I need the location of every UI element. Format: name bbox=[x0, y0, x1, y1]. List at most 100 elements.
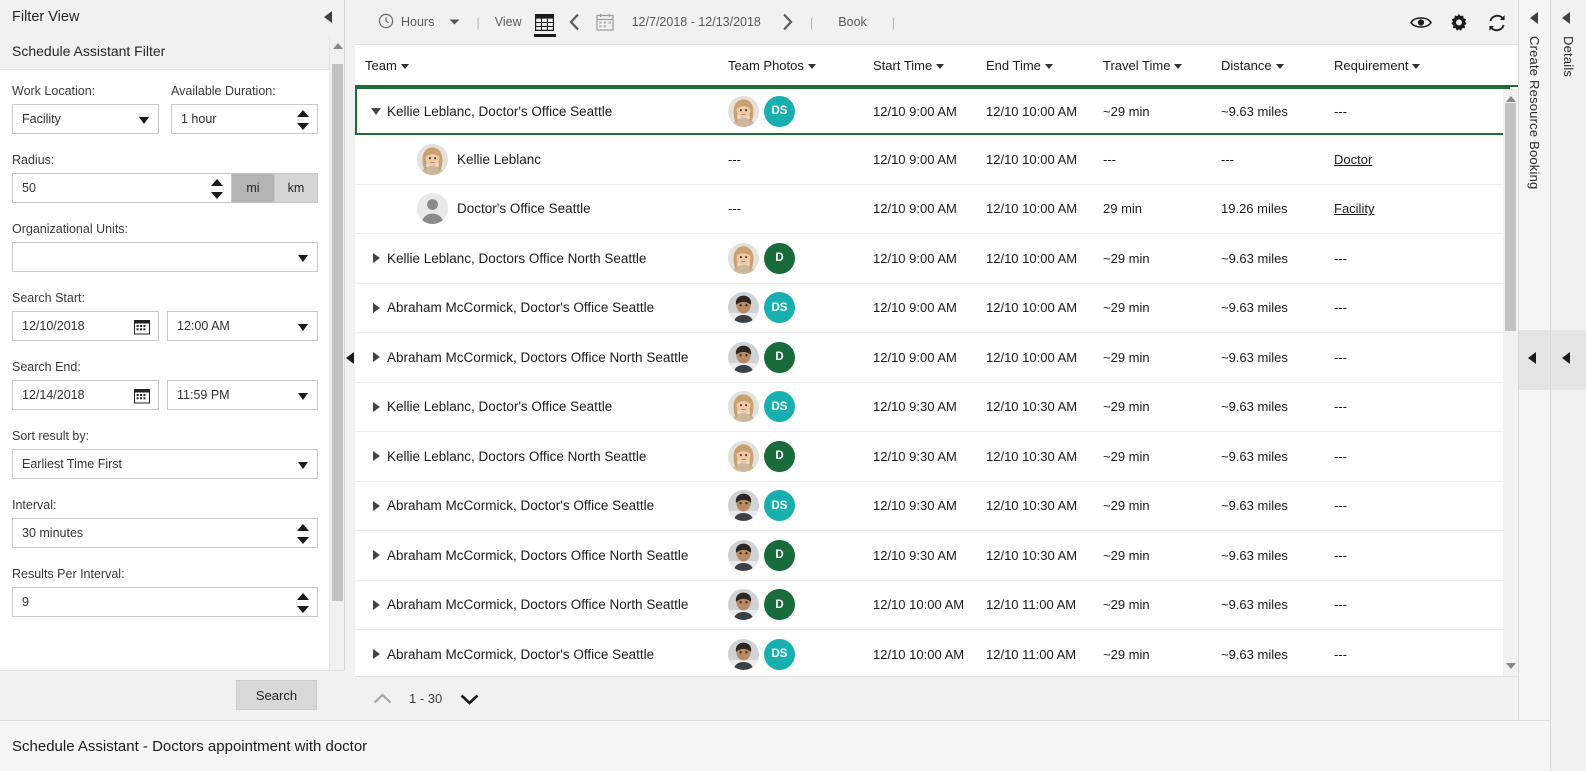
chevron-down-icon[interactable] bbox=[298, 324, 308, 331]
panel-splitter[interactable] bbox=[345, 0, 355, 720]
column-header-team[interactable]: Team bbox=[365, 58, 728, 73]
column-header-start-time[interactable]: Start Time bbox=[873, 58, 986, 73]
eye-icon[interactable] bbox=[1410, 12, 1432, 34]
column-header-team-photos[interactable]: Team Photos bbox=[728, 58, 873, 73]
cell-requirement[interactable]: Facility bbox=[1334, 201, 1454, 216]
calendar-icon[interactable] bbox=[134, 318, 151, 335]
unit-mi-button[interactable]: mi bbox=[232, 173, 275, 203]
chevron-down-icon[interactable] bbox=[807, 63, 816, 69]
grid-view-button[interactable] bbox=[530, 0, 560, 45]
table-row[interactable]: Abraham McCormick, Doctor's Office Seatt… bbox=[355, 630, 1518, 676]
table-row[interactable]: Abraham McCormick, Doctor's Office Seatt… bbox=[355, 283, 1518, 333]
splitter-collapse-icon[interactable] bbox=[346, 352, 354, 364]
row-expander[interactable] bbox=[365, 302, 387, 313]
interval-stepper[interactable]: 30 minutes bbox=[12, 518, 318, 548]
requirement-link[interactable]: Facility bbox=[1334, 201, 1374, 216]
collapse-filter-panel-icon[interactable] bbox=[324, 11, 332, 23]
row-expander[interactable] bbox=[365, 599, 387, 610]
filter-panel-scrollbar[interactable] bbox=[329, 36, 344, 720]
stepper-arrows-icon[interactable] bbox=[211, 179, 224, 199]
chevron-down-icon[interactable] bbox=[936, 63, 945, 69]
chevron-down-icon[interactable] bbox=[1412, 63, 1421, 69]
column-header-distance[interactable]: Distance bbox=[1221, 58, 1334, 73]
expand-row-icon[interactable] bbox=[372, 500, 380, 511]
table-row[interactable]: Kellie Leblanc, Doctors Office North Sea… bbox=[355, 432, 1518, 482]
refresh-icon[interactable] bbox=[1486, 12, 1508, 34]
radius-input[interactable]: 50 bbox=[12, 173, 232, 203]
search-end-date-input[interactable]: 12/14/2018 bbox=[12, 380, 160, 410]
create-resource-booking-grip-band[interactable] bbox=[1519, 330, 1550, 390]
chevron-down-icon[interactable] bbox=[298, 393, 308, 400]
filter-panel-scrollbar-thumb[interactable] bbox=[332, 64, 343, 601]
details-panel[interactable]: Details bbox=[1550, 0, 1586, 771]
row-expander[interactable] bbox=[365, 107, 387, 115]
chevron-down-icon[interactable] bbox=[139, 117, 149, 124]
scroll-up-icon[interactable] bbox=[333, 43, 343, 49]
date-range-label[interactable]: 12/7/2018 - 12/13/2018 bbox=[620, 15, 773, 29]
search-button[interactable]: Search bbox=[236, 680, 317, 710]
create-resource-booking-grip-icon[interactable] bbox=[1528, 352, 1536, 364]
expand-row-icon[interactable] bbox=[372, 401, 380, 412]
expand-row-icon[interactable] bbox=[372, 550, 380, 561]
scroll-down-icon[interactable] bbox=[1506, 663, 1516, 669]
next-period-button[interactable] bbox=[773, 0, 803, 45]
scroll-up-icon[interactable] bbox=[1506, 96, 1516, 102]
column-header-travel-time[interactable]: Travel Time bbox=[1103, 58, 1221, 73]
chevron-down-icon[interactable] bbox=[449, 15, 460, 29]
expand-row-icon[interactable] bbox=[372, 352, 380, 363]
table-row-child[interactable]: Kellie Leblanc --- 12/10 9:00 AM 12/10 10:0… bbox=[355, 135, 1518, 185]
expand-row-icon[interactable] bbox=[372, 599, 380, 610]
table-row-child[interactable]: Doctor's Office Seattle --- 12/10 9:00 AM 1… bbox=[355, 184, 1518, 234]
search-end-time-select[interactable]: 11:59 PM bbox=[167, 380, 318, 410]
grid-scrollbar-thumb[interactable] bbox=[1505, 103, 1516, 331]
grid-scrollbar[interactable] bbox=[1503, 89, 1518, 676]
table-row[interactable]: Abraham McCormick, Doctors Office North … bbox=[355, 531, 1518, 581]
search-start-time-select[interactable]: 12:00 AM bbox=[167, 311, 318, 341]
expand-row-icon[interactable] bbox=[372, 649, 380, 660]
calendar-picker-button[interactable] bbox=[590, 0, 620, 45]
expand-details-icon[interactable] bbox=[1562, 12, 1570, 24]
column-header-requirement[interactable]: Requirement bbox=[1334, 58, 1454, 73]
table-row[interactable]: Kellie Leblanc, Doctor's Office Seattle D… bbox=[355, 87, 1510, 135]
row-expander[interactable] bbox=[365, 550, 387, 561]
table-row[interactable]: Abraham McCormick, Doctor's Office Seatt… bbox=[355, 481, 1518, 531]
row-expander[interactable] bbox=[365, 352, 387, 363]
unit-km-button[interactable]: km bbox=[275, 173, 318, 203]
table-row[interactable]: Abraham McCormick, Doctors Office North … bbox=[355, 580, 1518, 630]
chevron-down-icon[interactable] bbox=[400, 63, 409, 69]
stepper-arrows-icon[interactable] bbox=[297, 524, 310, 544]
results-per-interval-stepper[interactable]: 9 bbox=[12, 587, 318, 617]
calendar-icon[interactable] bbox=[134, 387, 151, 404]
details-grip-band[interactable] bbox=[1551, 330, 1586, 390]
create-resource-booking-panel[interactable]: Create Resource Booking bbox=[1518, 0, 1550, 720]
available-duration-stepper[interactable]: 1 hour bbox=[171, 104, 318, 134]
chevron-down-icon[interactable] bbox=[1044, 63, 1053, 69]
page-next-button[interactable] bbox=[456, 686, 482, 712]
previous-period-button[interactable] bbox=[560, 0, 590, 45]
sort-result-select[interactable]: Earliest Time First bbox=[12, 449, 318, 479]
table-row[interactable]: Kellie Leblanc, Doctor's Office Seattle D… bbox=[355, 382, 1518, 432]
cell-requirement[interactable]: Doctor bbox=[1334, 152, 1454, 167]
search-start-date-input[interactable]: 12/10/2018 bbox=[12, 311, 160, 341]
row-expander[interactable] bbox=[365, 649, 387, 660]
expand-row-icon[interactable] bbox=[372, 302, 380, 313]
chevron-down-icon[interactable] bbox=[298, 255, 308, 262]
book-button[interactable]: Book bbox=[820, 15, 885, 29]
details-grip-icon[interactable] bbox=[1562, 352, 1570, 364]
stepper-arrows-icon[interactable] bbox=[297, 110, 310, 130]
row-expander[interactable] bbox=[365, 500, 387, 511]
expand-create-resource-booking-icon[interactable] bbox=[1530, 12, 1538, 24]
chevron-down-icon[interactable] bbox=[1174, 63, 1183, 69]
requirement-link[interactable]: Doctor bbox=[1334, 152, 1372, 167]
expand-row-icon[interactable] bbox=[372, 253, 380, 264]
row-expander[interactable] bbox=[365, 401, 387, 412]
collapse-row-icon[interactable] bbox=[371, 107, 381, 115]
stepper-arrows-icon[interactable] bbox=[297, 593, 310, 613]
hours-dropdown[interactable]: Hours bbox=[369, 0, 469, 45]
column-header-end-time[interactable]: End Time bbox=[986, 58, 1103, 73]
page-previous-button[interactable] bbox=[369, 686, 395, 712]
row-expander[interactable] bbox=[365, 253, 387, 264]
table-row[interactable]: Kellie Leblanc, Doctors Office North Sea… bbox=[355, 234, 1518, 284]
chevron-down-icon[interactable] bbox=[298, 462, 308, 469]
organizational-units-select[interactable] bbox=[12, 242, 318, 272]
